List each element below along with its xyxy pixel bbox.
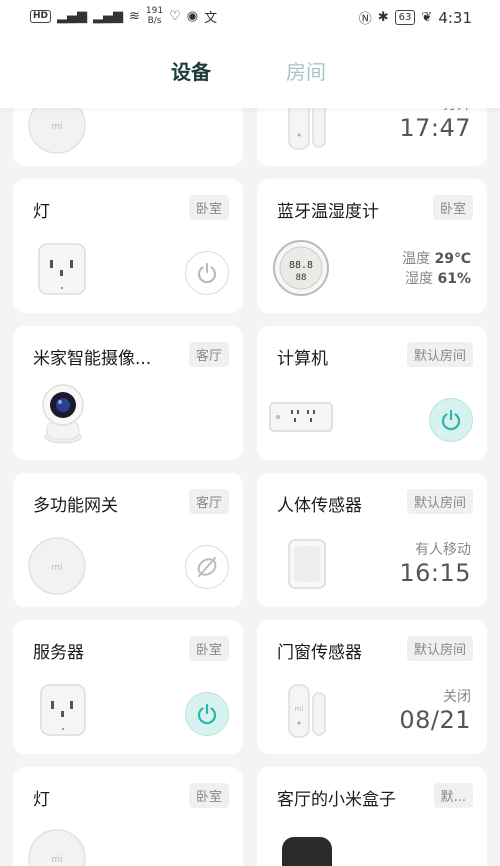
device-card-light[interactable]: 灯 卧室 (13, 179, 243, 313)
status-time: 17:47 (399, 114, 471, 142)
status-time: 08/21 (399, 706, 471, 734)
offline-button[interactable] (185, 545, 229, 589)
device-name: 服务器 (33, 643, 84, 663)
room-badge: 默认房间 (406, 342, 473, 367)
power-strip-image (269, 386, 333, 448)
device-name: 人体传感器 (277, 496, 362, 516)
device-name: 门窗传感器 (277, 643, 362, 663)
device-name: 计算机 (277, 349, 328, 369)
thermometer-image: 88.8 88 (271, 237, 331, 299)
device-name: 客厅的小米盒子 (277, 790, 396, 810)
humidity-reading: 湿度 61% (405, 271, 471, 287)
device-name: 灯 (33, 202, 50, 222)
light-image: mi (27, 827, 87, 866)
device-card-server[interactable]: 服务器 卧室 (13, 620, 243, 754)
wifi-icon: ≋ (129, 8, 140, 24)
room-badge: 默认房间 (406, 636, 473, 661)
device-name: 多功能网关 (33, 496, 118, 516)
camera-image (33, 382, 93, 444)
network-speed: 191 B/s (145, 6, 164, 26)
tab-devices[interactable]: 设备 (171, 56, 211, 85)
translate-icon: 文 (204, 10, 218, 26)
smart-plug-image (33, 239, 93, 301)
cell-signal-icon-2: ▂▄▆ (93, 8, 124, 24)
temperature-reading: 温度 29℃ (402, 251, 471, 267)
device-name: 蓝牙温湿度计 (277, 202, 379, 222)
room-badge: 卧室 (188, 636, 229, 661)
gateway-image: mi (27, 535, 87, 597)
svg-text:mi: mi (51, 563, 62, 573)
room-badge: 默认房间 (406, 489, 473, 514)
device-card-door-sensor[interactable]: 门窗传感器 默认房间 mi 关闭 08/21 (257, 620, 487, 754)
heart-rate-icon: ♡ (169, 8, 181, 24)
room-badge: 客厅 (188, 342, 229, 367)
device-name: 灯 (33, 790, 50, 810)
device-card-computer[interactable]: 计算机 默认房间 (257, 326, 487, 460)
motion-sensor-image (277, 533, 337, 595)
mi-box-image (277, 829, 337, 866)
svg-text:88.8: 88.8 (289, 260, 313, 271)
tab-rooms[interactable]: 房间 (286, 56, 326, 85)
device-card-mi-box[interactable]: 客厅的小米盒子 默... (257, 767, 487, 866)
room-badge: 卧室 (188, 783, 229, 808)
device-card-motion-sensor[interactable]: 人体传感器 默认房间 有人移动 16:15 (257, 473, 487, 607)
status-time: 16:15 (399, 559, 471, 587)
status-text: 关闭 (443, 689, 471, 705)
svg-text:mi: mi (51, 855, 62, 865)
power-button[interactable] (185, 692, 229, 736)
leaf-icon: ❦ (421, 10, 433, 25)
power-button[interactable] (429, 398, 473, 442)
room-badge: 默... (433, 783, 473, 808)
clock: 4:31 (438, 8, 472, 27)
room-badge: 客厅 (188, 489, 229, 514)
device-card-camera[interactable]: 米家智能摄像... 客厅 (13, 326, 243, 460)
top-bar: HD ▂▄▆ ▂▄▆ ≋ 191 B/s ♡ ◉ 文 Ⓝ ✱ 63 ❦ 4:31 … (0, 0, 500, 108)
device-card-light-2[interactable]: 灯 卧室 mi (13, 767, 243, 866)
status-text: 有人移动 (415, 542, 471, 558)
room-badge: 卧室 (188, 195, 229, 220)
nfc-icon: Ⓝ (358, 12, 372, 27)
device-card-gateway[interactable]: 多功能网关 客厅 mi (13, 473, 243, 607)
smart-plug-image (33, 680, 93, 742)
device-card-bt-thermometer[interactable]: 蓝牙温湿度计 卧室 88.8 88 温度 29℃ 湿度 61% (257, 179, 487, 313)
hd-indicator: HD (30, 9, 52, 23)
battery-indicator: 63 (394, 10, 416, 25)
status-bar: HD ▂▄▆ ▂▄▆ ≋ 191 B/s ♡ ◉ 文 Ⓝ ✱ 63 ❦ 4:31 (0, 0, 500, 36)
disconnected-icon (197, 557, 217, 577)
room-badge: 卧室 (432, 195, 473, 220)
door-sensor-image: mi (277, 680, 337, 742)
hotspot-icon: ◉ (186, 8, 199, 24)
power-icon (197, 262, 217, 284)
svg-text:mi: mi (295, 705, 304, 713)
power-icon (197, 703, 217, 725)
bluetooth-icon: ✱ (377, 10, 389, 25)
device-name: 米家智能摄像... (33, 349, 152, 369)
power-icon (441, 409, 461, 431)
cell-signal-icon: ▂▄▆ (57, 8, 88, 24)
tab-bar: 设备 房间 (0, 56, 500, 92)
svg-text:88: 88 (296, 273, 307, 283)
power-button[interactable] (185, 251, 229, 295)
svg-text:mi: mi (51, 122, 62, 132)
